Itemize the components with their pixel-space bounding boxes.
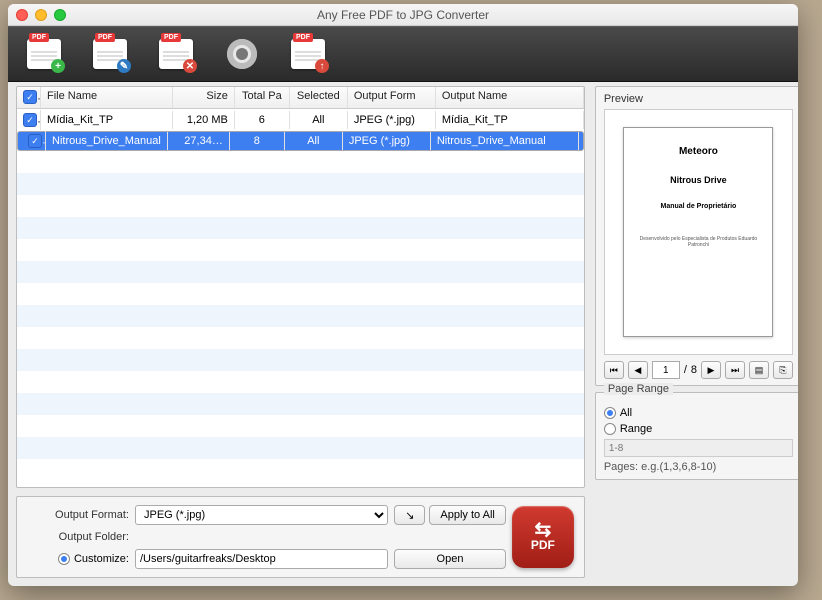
table-row <box>17 415 584 437</box>
col-selected[interactable]: Selected <box>290 87 348 108</box>
table-row[interactable]: ✓ Mídia_Kit_TP1,20 MB6 AllJPEG (*.jpg)Mí… <box>17 109 584 131</box>
output-format-label: Output Format: <box>27 509 129 521</box>
customize-label: Customize: <box>74 553 129 565</box>
range-custom-radio[interactable] <box>604 423 616 435</box>
next-page-button[interactable]: ▶ <box>701 361 721 379</box>
window-title: Any Free PDF to JPG Converter <box>8 8 798 22</box>
table-row <box>17 239 584 261</box>
table-row <box>17 283 584 305</box>
add-pdf-button[interactable]: + <box>24 34 64 74</box>
col-output-format[interactable]: Output Form <box>348 87 436 108</box>
last-page-button[interactable]: ⏭ <box>725 361 745 379</box>
preview-page: Meteoro Nitrous Drive Manual de Propriet… <box>623 127 773 337</box>
table-row <box>17 173 584 195</box>
prev-page-button[interactable]: ◀ <box>628 361 648 379</box>
range-hint: Pages: e.g.(1,3,6,8-10) <box>604 461 793 473</box>
page-view-button[interactable]: ▤ <box>749 361 769 379</box>
col-size[interactable]: Size <box>173 87 235 108</box>
upload-pdf-button[interactable]: ↑ <box>288 34 328 74</box>
content-area: ✓ File Name Size Total Pa Selected Outpu… <box>8 82 798 586</box>
output-settings: Output Format: JPEG (*.jpg) ↘ Apply to A… <box>16 496 585 578</box>
open-folder-button[interactable]: Open <box>394 549 506 569</box>
table-row <box>17 327 584 349</box>
file-table: ✓ File Name Size Total Pa Selected Outpu… <box>16 86 585 488</box>
row-checkbox[interactable]: ✓ <box>23 113 37 127</box>
gear-icon <box>227 39 257 69</box>
page-range-label: Page Range <box>604 383 673 395</box>
table-row <box>17 217 584 239</box>
table-row <box>17 393 584 415</box>
col-total-pages[interactable]: Total Pa <box>235 87 290 108</box>
table-row <box>17 151 584 173</box>
app-window: Any Free PDF to JPG Converter + ✎ ✕ ↑ ✓ … <box>8 4 798 586</box>
apply-to-all-button[interactable]: Apply to All <box>429 505 505 525</box>
first-page-button[interactable]: ⏮ <box>604 361 624 379</box>
settings-button[interactable] <box>222 34 262 74</box>
page-number-input[interactable] <box>652 361 680 379</box>
output-folder-label: Output Folder: <box>27 531 129 543</box>
customize-radio[interactable] <box>58 553 70 565</box>
page-export-button[interactable]: ⎘ <box>773 361 793 379</box>
format-options-button[interactable]: ↘ <box>394 505 425 525</box>
table-header: ✓ File Name Size Total Pa Selected Outpu… <box>17 87 584 109</box>
remove-pdf-button[interactable]: ✕ <box>156 34 196 74</box>
left-pane: ✓ File Name Size Total Pa Selected Outpu… <box>16 86 585 578</box>
table-row <box>17 195 584 217</box>
output-format-select[interactable]: JPEG (*.jpg) <box>135 505 388 525</box>
titlebar: Any Free PDF to JPG Converter <box>8 4 798 26</box>
preview-box: Meteoro Nitrous Drive Manual de Propriet… <box>604 109 793 355</box>
convert-button[interactable]: ⇆PDF <box>512 506 574 568</box>
total-pages: 8 <box>691 364 697 376</box>
col-filename[interactable]: File Name <box>41 87 173 108</box>
table-row <box>17 305 584 327</box>
main-toolbar: + ✎ ✕ ↑ <box>8 26 798 82</box>
table-row <box>17 371 584 393</box>
table-row[interactable]: ✓ Nitrous_Drive_Manual27,34…8 AllJPEG (*… <box>17 131 584 151</box>
table-body: ✓ Mídia_Kit_TP1,20 MB6 AllJPEG (*.jpg)Mí… <box>17 109 584 487</box>
preview-label: Preview <box>604 93 793 105</box>
right-pane: Preview Meteoro Nitrous Drive Manual de … <box>595 86 798 578</box>
range-input[interactable] <box>604 439 793 457</box>
range-all-radio[interactable] <box>604 407 616 419</box>
table-row <box>17 349 584 371</box>
preview-pager: ⏮ ◀ / 8 ▶ ⏭ ▤ ⎘ <box>604 361 793 379</box>
col-output-name[interactable]: Output Name <box>436 87 584 108</box>
page-range-panel: Page Range All Range Pages: e.g.(1,3,6,8… <box>595 392 798 480</box>
table-row <box>17 437 584 459</box>
preview-panel: Preview Meteoro Nitrous Drive Manual de … <box>595 86 798 386</box>
header-checkbox[interactable]: ✓ <box>17 87 41 108</box>
row-checkbox[interactable]: ✓ <box>28 134 42 148</box>
edit-pdf-button[interactable]: ✎ <box>90 34 130 74</box>
table-row <box>17 261 584 283</box>
output-path-input[interactable] <box>135 549 388 569</box>
